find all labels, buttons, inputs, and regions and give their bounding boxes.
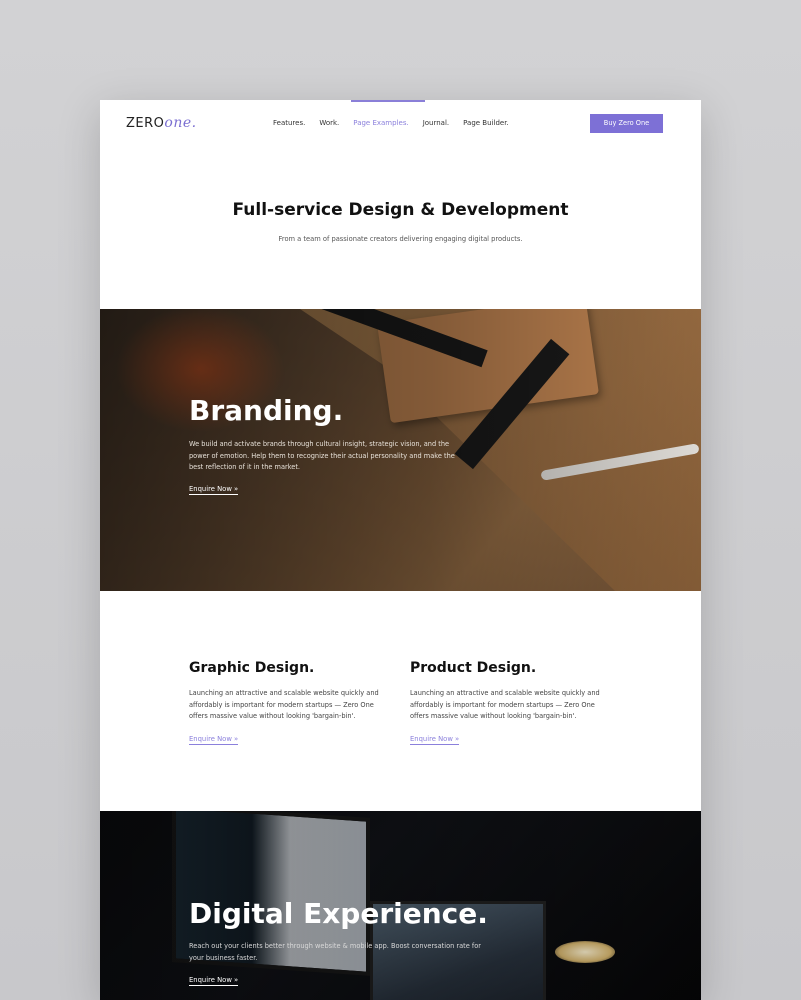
digital-enquire-link[interactable]: Enquire Now » <box>189 976 239 986</box>
product-design-text: Launching an attractive and scalable web… <box>410 689 600 720</box>
site-header: ZEROone. Features. Work. Page Examples. … <box>100 100 701 148</box>
logo-accent-text: one. <box>164 115 197 131</box>
branding-title: Branding. <box>189 394 344 427</box>
hero-subtitle: From a team of passionate creators deliv… <box>278 235 523 243</box>
graphic-design-enquire-link[interactable]: Enquire Now » <box>189 735 239 745</box>
digital-text: Reach out your clients better through we… <box>189 942 481 962</box>
logo-main-text: ZERO <box>126 116 165 131</box>
branding-text: We build and activate brands through cul… <box>189 440 455 471</box>
web-page: ZEROone. Features. Work. Page Examples. … <box>100 100 701 1000</box>
nav-item-journal[interactable]: Journal. <box>423 119 449 127</box>
product-design-enquire-link[interactable]: Enquire Now » <box>410 735 460 745</box>
nav-item-page-examples[interactable]: Page Examples. <box>353 119 408 127</box>
main-nav: Features. Work. Page Examples. Journal. … <box>273 119 509 127</box>
buy-button[interactable]: Buy Zero One <box>590 114 663 133</box>
branding-enquire-link[interactable]: Enquire Now » <box>189 485 239 495</box>
digital-experience-section: Digital Experience. Reach out your clien… <box>100 811 701 1000</box>
product-design-title: Product Design. <box>410 660 537 676</box>
graphic-design-title: Graphic Design. <box>189 660 315 676</box>
digital-title: Digital Experience. <box>189 897 488 930</box>
nav-item-work[interactable]: Work. <box>319 119 339 127</box>
hero-title: Full-service Design & Development <box>232 200 569 220</box>
logo[interactable]: ZEROone. <box>126 115 197 131</box>
nav-item-features[interactable]: Features. <box>273 119 305 127</box>
graphic-design-text: Launching an attractive and scalable web… <box>189 689 379 720</box>
nav-item-page-builder[interactable]: Page Builder. <box>463 119 509 127</box>
branding-section: Branding. We build and activate brands t… <box>100 309 701 591</box>
